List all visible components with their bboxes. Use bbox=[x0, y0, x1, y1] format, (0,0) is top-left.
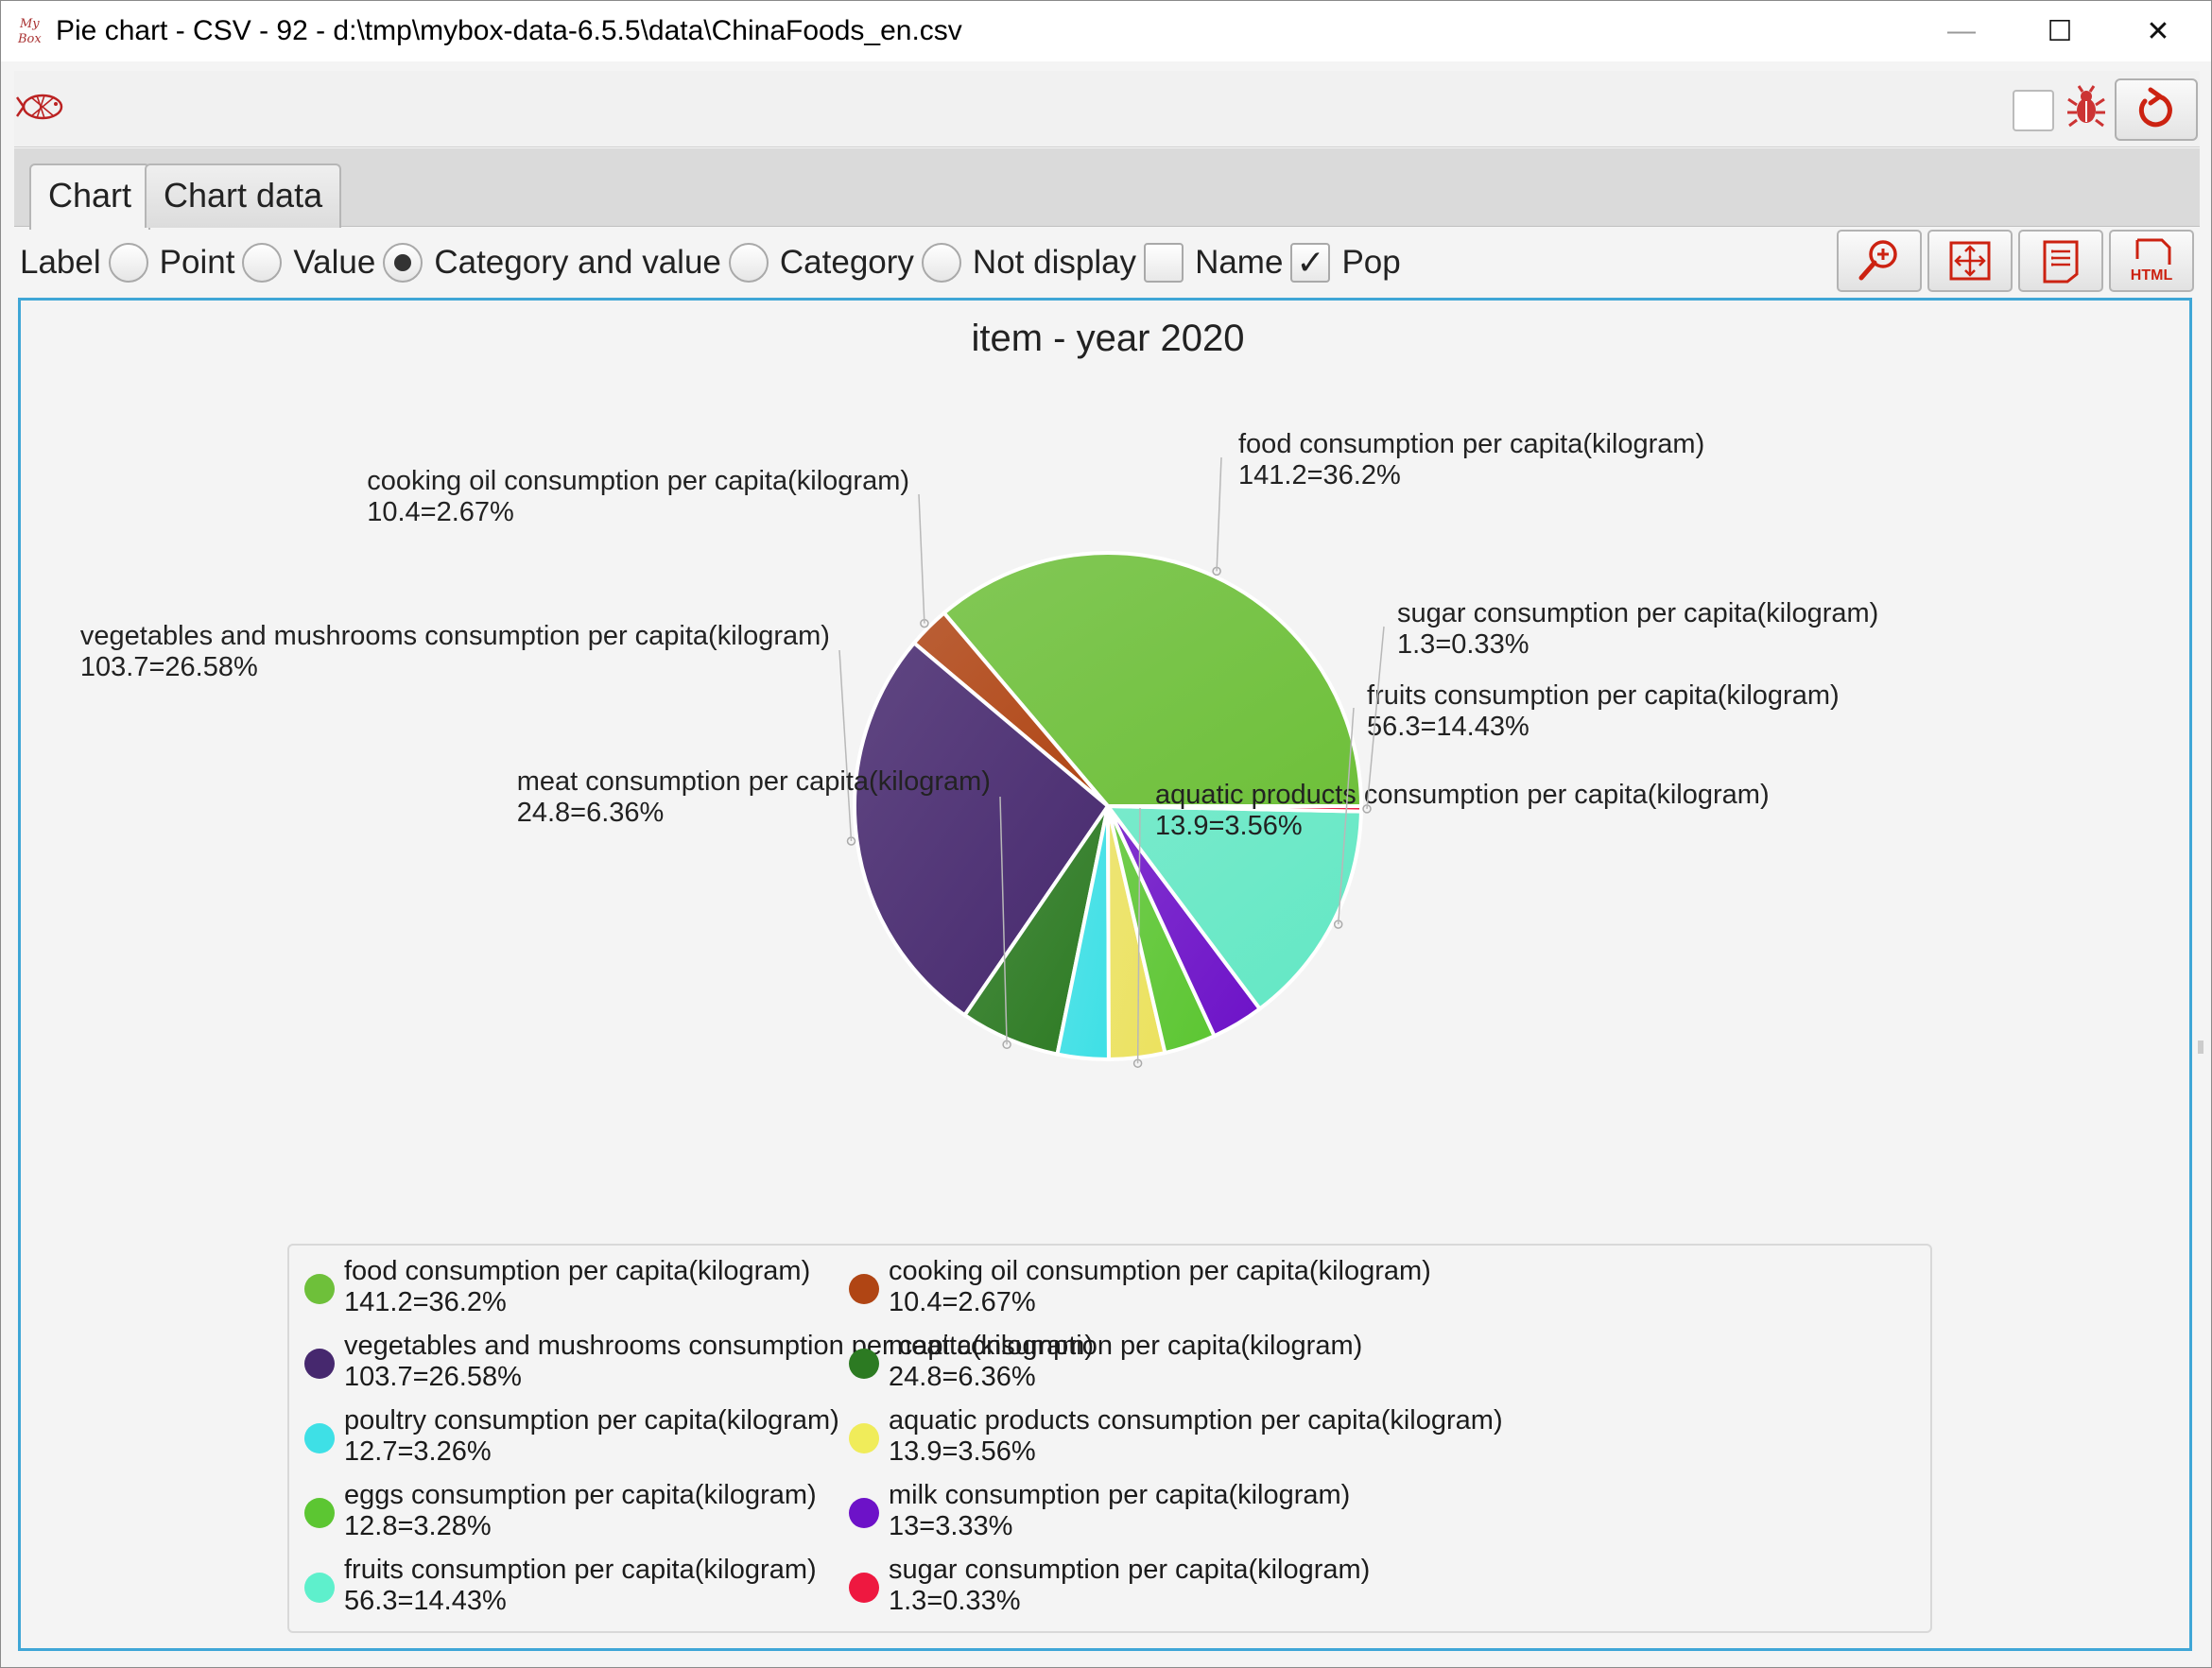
legend-color-dot bbox=[304, 1274, 335, 1304]
slice-label-name-9: sugar consumption per capita(kilogram) bbox=[1397, 598, 1878, 628]
maximize-button[interactable]: ☐ bbox=[2011, 1, 2109, 61]
legend-item-name: sugar consumption per capita(kilogram) bbox=[889, 1555, 1371, 1585]
zoom-button[interactable] bbox=[1837, 230, 1922, 292]
slice-label-name-1: cooking oil consumption per capita(kilog… bbox=[367, 466, 909, 496]
fish-logo-icon[interactable] bbox=[15, 86, 67, 128]
checkbox-name-label: Name bbox=[1195, 244, 1284, 281]
slice-label-name-8: fruits consumption per capita(kilogram) bbox=[1367, 680, 1840, 711]
bug-icon[interactable] bbox=[2065, 84, 2107, 129]
label-leader-line-1 bbox=[918, 493, 925, 624]
legend-item-name: cooking oil consumption per capita(kilog… bbox=[889, 1256, 1431, 1286]
slice-label-name-2: vegetables and mushrooms consumption per… bbox=[80, 621, 830, 651]
html-export-icon: HTML bbox=[2131, 238, 2173, 284]
slice-label-value-1: 10.4=2.67% bbox=[367, 497, 514, 527]
legend-color-dot bbox=[304, 1349, 335, 1379]
legend-item[interactable]: aquatic products consumption per capita(… bbox=[849, 1404, 1662, 1476]
tab-chart-data[interactable]: Chart data bbox=[145, 163, 342, 228]
legend-item-value: 141.2=36.2% bbox=[344, 1287, 507, 1317]
radio-point[interactable] bbox=[108, 243, 148, 283]
radio-category[interactable] bbox=[728, 243, 769, 283]
slice-label-value-5: 13.9=3.56% bbox=[1155, 811, 1303, 841]
label-leader-line-2 bbox=[838, 649, 853, 842]
window-title: Pie chart - CSV - 92 - d:\tmp\mybox-data… bbox=[56, 15, 962, 46]
data-sheet-icon bbox=[2043, 240, 2079, 284]
zoom-icon bbox=[1858, 240, 1897, 281]
legend-item-value: 24.8=6.36% bbox=[889, 1362, 1036, 1392]
label-options-title: Label bbox=[20, 244, 101, 281]
legend-item-value: 12.8=3.28% bbox=[344, 1511, 492, 1541]
slice-label-name-5: aquatic products consumption per capita(… bbox=[1155, 780, 1770, 810]
chart-legend: food consumption per capita(kilogram) 141… bbox=[287, 1244, 1932, 1633]
title-bar: My Box Pie chart - CSV - 92 - d:\tmp\myb… bbox=[1, 1, 2211, 61]
legend-color-dot bbox=[304, 1498, 335, 1528]
window-edge-handle bbox=[2198, 1040, 2203, 1054]
svg-text:My: My bbox=[19, 17, 40, 31]
legend-item-name: meat consumption per capita(kilogram) bbox=[889, 1331, 1363, 1361]
legend-item-value: 13.9=3.56% bbox=[889, 1436, 1036, 1467]
chart-panel: item - year 2020 food consumption per ca… bbox=[18, 298, 2192, 1651]
radio-not-display[interactable] bbox=[921, 243, 961, 283]
app-window: My Box Pie chart - CSV - 92 - d:\tmp\myb… bbox=[0, 0, 2212, 1668]
label-leader-line-0 bbox=[1216, 456, 1222, 572]
radio-value-label: Value bbox=[293, 244, 376, 281]
legend-color-dot bbox=[304, 1573, 335, 1603]
radio-value[interactable] bbox=[242, 243, 283, 283]
data-sheet-button[interactable] bbox=[2018, 230, 2103, 292]
fit-screen-button[interactable] bbox=[1927, 230, 2013, 292]
legend-item-value: 10.4=2.67% bbox=[889, 1287, 1036, 1317]
legend-item-value: 103.7=26.58% bbox=[344, 1362, 522, 1392]
legend-color-dot bbox=[849, 1573, 879, 1603]
slice-label-name-3: meat consumption per capita(kilogram) bbox=[517, 766, 991, 797]
toggle-checkbox[interactable] bbox=[2013, 84, 2060, 131]
legend-item-name: eggs consumption per capita(kilogram) bbox=[344, 1480, 817, 1510]
legend-item-name: milk consumption per capita(kilogram) bbox=[889, 1480, 1351, 1510]
slice-label-name-0: food consumption per capita(kilogram) bbox=[1238, 429, 1704, 459]
tab-chart[interactable]: Chart bbox=[29, 163, 151, 230]
legend-color-dot bbox=[849, 1349, 879, 1379]
legend-color-dot bbox=[849, 1498, 879, 1528]
radio-point-label: Point bbox=[159, 244, 235, 281]
slice-label-value-2: 103.7=26.58% bbox=[80, 652, 258, 682]
legend-item-name: aquatic products consumption per capita(… bbox=[889, 1405, 1503, 1436]
legend-color-dot bbox=[304, 1423, 335, 1453]
fit-screen-icon bbox=[1949, 241, 1991, 281]
legend-item-value: 1.3=0.33% bbox=[889, 1586, 1021, 1616]
legend-item-value: 13=3.33% bbox=[889, 1511, 1013, 1541]
label-options: Label Point Value Category and value Cat… bbox=[20, 233, 1420, 292]
tab-strip: Chart Chart data bbox=[14, 148, 2200, 230]
legend-color-dot bbox=[849, 1423, 879, 1453]
legend-color-dot bbox=[849, 1274, 879, 1304]
legend-item-value: 12.7=3.26% bbox=[344, 1436, 492, 1467]
checkbox-name[interactable] bbox=[1144, 243, 1184, 283]
radio-not-display-label: Not display bbox=[972, 244, 1137, 281]
minimize-button[interactable]: — bbox=[1912, 1, 2011, 61]
radio-category-and-value[interactable] bbox=[383, 243, 423, 283]
app-logo-icon: My Box bbox=[16, 14, 52, 48]
radio-category-and-value-label: Category and value bbox=[434, 244, 721, 281]
checkbox-pop-label: Pop bbox=[1341, 244, 1401, 281]
pie-chart: food consumption per capita(kilogram)141… bbox=[80, 429, 1878, 1068]
radio-category-label: Category bbox=[779, 244, 914, 281]
toolbar bbox=[14, 71, 2200, 147]
svg-text:HTML: HTML bbox=[2131, 267, 2173, 284]
legend-item[interactable]: sugar consumption per capita(kilogram) 1.… bbox=[849, 1554, 1662, 1625]
close-button[interactable]: ✕ bbox=[2109, 1, 2207, 61]
legend-item-name: food consumption per capita(kilogram) bbox=[344, 1256, 811, 1286]
checkbox-pop[interactable]: ✓ bbox=[1290, 243, 1331, 283]
refresh-button[interactable] bbox=[2115, 78, 2198, 141]
slice-label-value-0: 141.2=36.2% bbox=[1238, 460, 1401, 490]
slice-label-value-8: 56.3=14.43% bbox=[1367, 712, 1529, 742]
svg-text:Box: Box bbox=[17, 32, 42, 46]
html-export-button[interactable]: HTML bbox=[2109, 230, 2194, 292]
legend-item[interactable]: cooking oil consumption per capita(kilog… bbox=[849, 1255, 1662, 1327]
refresh-icon bbox=[2138, 87, 2172, 128]
legend-item-name: poultry consumption per capita(kilogram) bbox=[344, 1405, 839, 1436]
legend-item[interactable]: meat consumption per capita(kilogram) 24.… bbox=[849, 1330, 1662, 1401]
legend-item-name: fruits consumption per capita(kilogram) bbox=[344, 1555, 817, 1585]
legend-item-value: 56.3=14.43% bbox=[344, 1586, 507, 1616]
slice-label-value-9: 1.3=0.33% bbox=[1397, 629, 1529, 660]
slice-label-value-3: 24.8=6.36% bbox=[517, 798, 665, 828]
legend-item[interactable]: milk consumption per capita(kilogram) 13=… bbox=[849, 1479, 1662, 1551]
